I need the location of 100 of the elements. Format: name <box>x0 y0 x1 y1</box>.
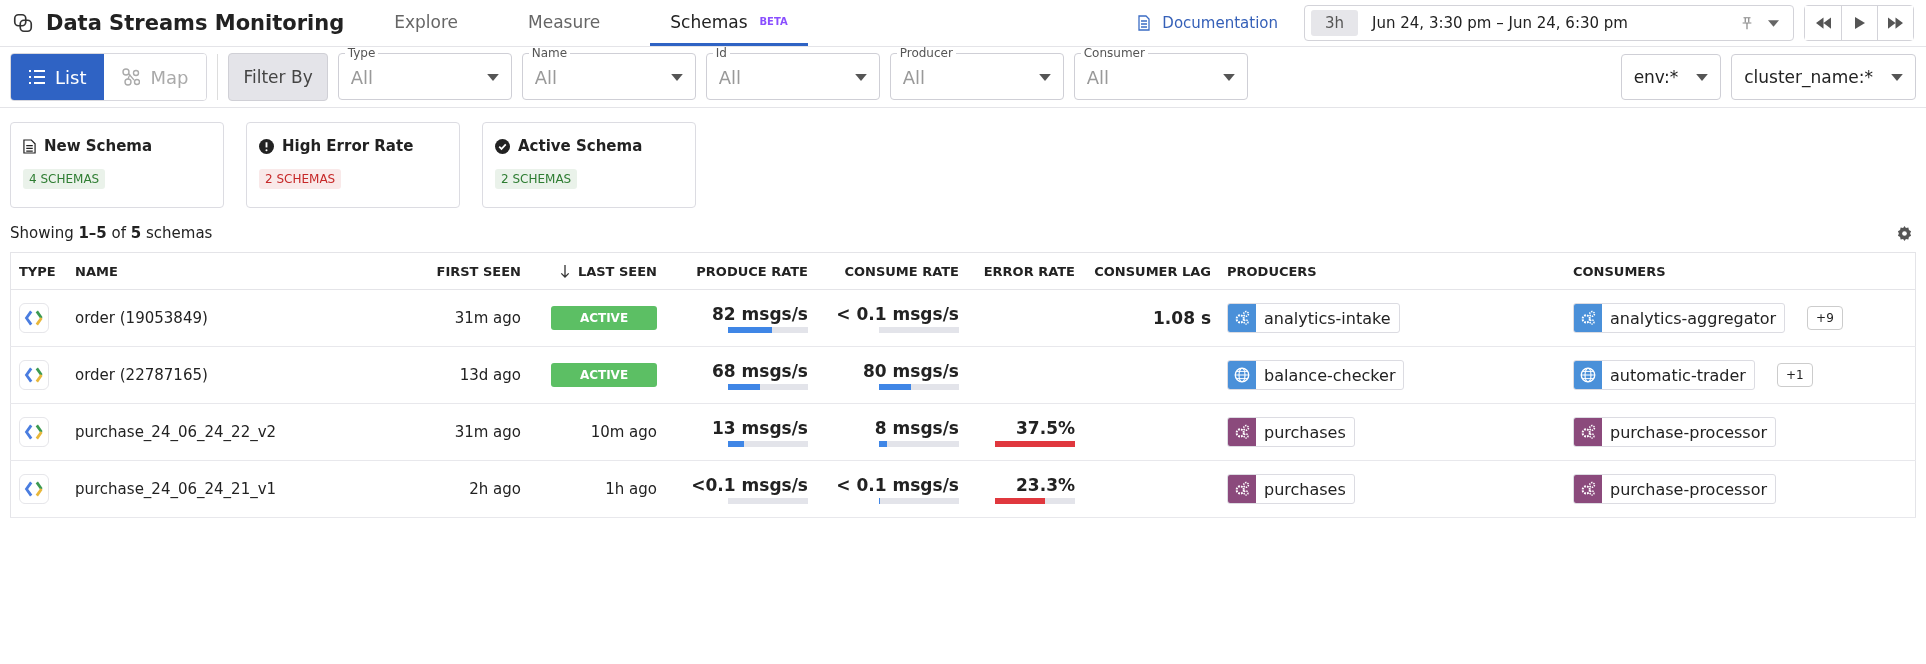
documentation-link[interactable]: Documentation <box>1136 14 1278 32</box>
card-title: New Schema <box>44 137 153 155</box>
service-name: purchase-processor <box>1609 422 1769 442</box>
pin-icon <box>1740 16 1754 30</box>
view-toggle[interactable]: List <box>11 54 105 100</box>
filter-label: Consumer <box>1082 46 1146 60</box>
fast-forward-icon <box>1888 17 1903 29</box>
caret-icon <box>1038 74 1051 81</box>
nodes-icon <box>122 68 141 86</box>
filter-dropdown[interactable]: Producer All <box>889 46 1064 100</box>
service-tag[interactable]: balance-checker <box>1227 360 1405 390</box>
schema-name[interactable]: purchase_24_06_24_21_v1 <box>75 480 277 498</box>
column-header[interactable]: LAST SEEN <box>529 252 665 290</box>
tag-value: cluster_name:* <box>1744 67 1873 87</box>
filter-dropdown[interactable]: Type All <box>337 46 512 100</box>
document-icon <box>1136 15 1153 31</box>
page-title: Data Streams Monitoring <box>46 11 345 35</box>
caret-icon <box>486 74 499 81</box>
tag-value: env:* <box>1633 67 1679 87</box>
caret-icon <box>1768 19 1779 27</box>
filter-label: Name <box>530 46 569 60</box>
caret-icon <box>1696 73 1709 81</box>
first-seen: 31m ago <box>454 423 521 441</box>
list-icon <box>29 70 45 84</box>
rewind-icon <box>1815 17 1831 29</box>
logo-icon <box>12 12 34 34</box>
column-header[interactable]: CONSUMERS <box>1565 252 1916 290</box>
filter-label: Id <box>714 46 728 60</box>
summary-card[interactable]: Active Schema 2 SCHEMAS <box>482 122 696 208</box>
consume-rate: 80 msgs/s <box>862 360 959 381</box>
column-header[interactable]: ERROR RATE <box>967 252 1083 290</box>
nav-tab[interactable]: Measure <box>508 0 621 46</box>
sort-arrow-icon <box>559 264 570 278</box>
schema-type-icon <box>19 303 49 333</box>
check-circle-icon <box>495 138 510 154</box>
column-header[interactable]: NAME <box>67 252 403 290</box>
nav-tab[interactable]: Schemas BETA <box>650 0 808 46</box>
time-preset: 3h <box>1311 10 1359 36</box>
schema-type-icon <box>19 360 49 390</box>
column-header[interactable]: TYPE <box>10 252 67 290</box>
time-range-picker[interactable]: 3h Jun 24, 3:30 pm – Jun 24, 6:30 pm <box>1304 5 1794 41</box>
column-header[interactable]: CONSUMER LAG <box>1083 252 1219 290</box>
schema-type-icon <box>19 417 49 447</box>
service-tag[interactable]: purchase-processor <box>1573 417 1777 447</box>
filter-label: Type <box>346 46 377 60</box>
service-tag[interactable]: purchases <box>1227 474 1355 504</box>
filter-dropdown[interactable]: Consumer All <box>1073 46 1248 100</box>
column-header[interactable]: FIRST SEEN <box>403 252 529 290</box>
column-header[interactable]: PRODUCERS <box>1219 252 1565 290</box>
caret-icon <box>1891 73 1903 81</box>
active-badge: ACTIVE <box>551 306 657 330</box>
schema-name[interactable]: purchase_24_06_24_22_v2 <box>75 423 277 441</box>
filter-value: All <box>534 67 559 88</box>
service-tag[interactable]: purchase-processor <box>1573 474 1777 504</box>
caret-icon <box>854 74 867 81</box>
fast-forward-button[interactable] <box>1877 6 1913 40</box>
tag-dropdown[interactable]: cluster_name:* <box>1731 54 1916 100</box>
more-count-badge[interactable]: +9 <box>1807 306 1843 330</box>
document-icon <box>23 138 36 154</box>
caret-icon <box>670 74 683 81</box>
schema-type-icon <box>19 474 49 504</box>
first-seen: 13d ago <box>459 366 521 384</box>
filter-by-button[interactable]: Filter By <box>228 53 328 101</box>
service-name: analytics-aggregator <box>1609 308 1778 328</box>
time-range: Jun 24, 3:30 pm – Jun 24, 6:30 pm <box>1372 14 1629 32</box>
consume-rate: 8 msgs/s <box>874 417 959 438</box>
produce-rate: 82 msgs/s <box>711 303 808 324</box>
schema-name[interactable]: order (22787165) <box>75 366 208 384</box>
schema-count-badge: 2 SCHEMAS <box>495 169 578 189</box>
filter-dropdown[interactable]: Id All <box>705 46 880 100</box>
service-tag[interactable]: analytics-intake <box>1227 303 1400 333</box>
settings-icon[interactable] <box>1897 225 1912 241</box>
results-summary: Showing 1–5 of 5 schemas <box>10 224 213 242</box>
service-tag[interactable]: automatic-trader <box>1573 360 1755 390</box>
consume-rate: < 0.1 msgs/s <box>836 474 959 495</box>
schema-name[interactable]: order (19053849) <box>75 309 208 327</box>
service-name: purchases <box>1263 422 1347 442</box>
produce-rate: <0.1 msgs/s <box>691 474 808 495</box>
produce-rate: 68 msgs/s <box>711 360 808 381</box>
play-icon <box>1853 17 1866 29</box>
column-header[interactable]: CONSUME RATE <box>816 252 967 290</box>
schema-count-badge: 2 SCHEMAS <box>259 169 342 189</box>
service-name: purchases <box>1263 479 1347 499</box>
service-tag[interactable]: purchases <box>1227 417 1355 447</box>
filter-dropdown[interactable]: Name All <box>521 46 696 100</box>
filter-value: All <box>718 67 743 88</box>
tag-dropdown[interactable]: env:* <box>1620 54 1722 100</box>
last-seen: 10m ago <box>590 423 657 441</box>
summary-card[interactable]: High Error Rate 2 SCHEMAS <box>246 122 460 208</box>
filter-label: Producer <box>898 46 954 60</box>
nav-tab[interactable]: Explore <box>374 0 479 46</box>
consumer-lag: 1.08 s <box>1153 308 1211 328</box>
active-badge: ACTIVE <box>551 363 657 387</box>
summary-card[interactable]: New Schema 4 SCHEMAS <box>10 122 224 208</box>
service-tag[interactable]: analytics-aggregator <box>1573 303 1786 333</box>
more-count-badge[interactable]: +1 <box>1776 363 1813 387</box>
error-rate: 23.3% <box>1016 474 1075 495</box>
column-header[interactable]: PRODUCE RATE <box>665 252 816 290</box>
error-rate: 37.5% <box>1016 417 1075 438</box>
service-name: automatic-trader <box>1609 365 1747 385</box>
